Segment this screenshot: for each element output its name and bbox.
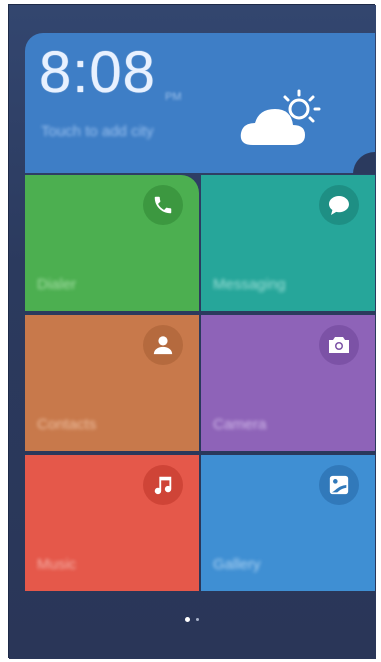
tile-gallery[interactable]: Gallery [201, 455, 375, 591]
tile-music[interactable]: Music [25, 455, 199, 591]
gallery-icon [319, 465, 359, 505]
tile-camera[interactable]: Camera [201, 315, 375, 451]
page-indicator [185, 617, 199, 622]
tile-messaging[interactable]: Messaging [201, 175, 375, 311]
tile-label-gallery: Gallery [213, 556, 261, 573]
page-dot[interactable] [196, 618, 199, 621]
camera-icon [319, 325, 359, 365]
tile-dialer[interactable]: Dialer [25, 175, 199, 311]
home-screen: 8:08 PM Touch to add city Dialer Messagi… [8, 4, 376, 659]
tile-label-messaging: Messaging [213, 276, 286, 293]
clock-time: 8:08 [39, 40, 156, 105]
weather-clock-widget[interactable]: 8:08 PM Touch to add city [25, 33, 375, 174]
music-note-icon [143, 465, 183, 505]
tile-label-contacts: Contacts [37, 416, 97, 433]
chat-bubble-icon [319, 185, 359, 225]
phone-icon [143, 185, 183, 225]
clock-period: PM [165, 91, 182, 103]
tile-contacts[interactable]: Contacts [25, 315, 199, 451]
tile-label-dialer: Dialer [37, 276, 77, 293]
widget-corner-notch [353, 152, 375, 174]
tile-label-camera: Camera [213, 416, 267, 433]
partly-sunny-icon [240, 89, 321, 145]
tile-label-music: Music [37, 556, 77, 573]
add-city-hint[interactable]: Touch to add city [41, 123, 154, 140]
page-dot-current[interactable] [185, 617, 190, 622]
person-icon [143, 325, 183, 365]
